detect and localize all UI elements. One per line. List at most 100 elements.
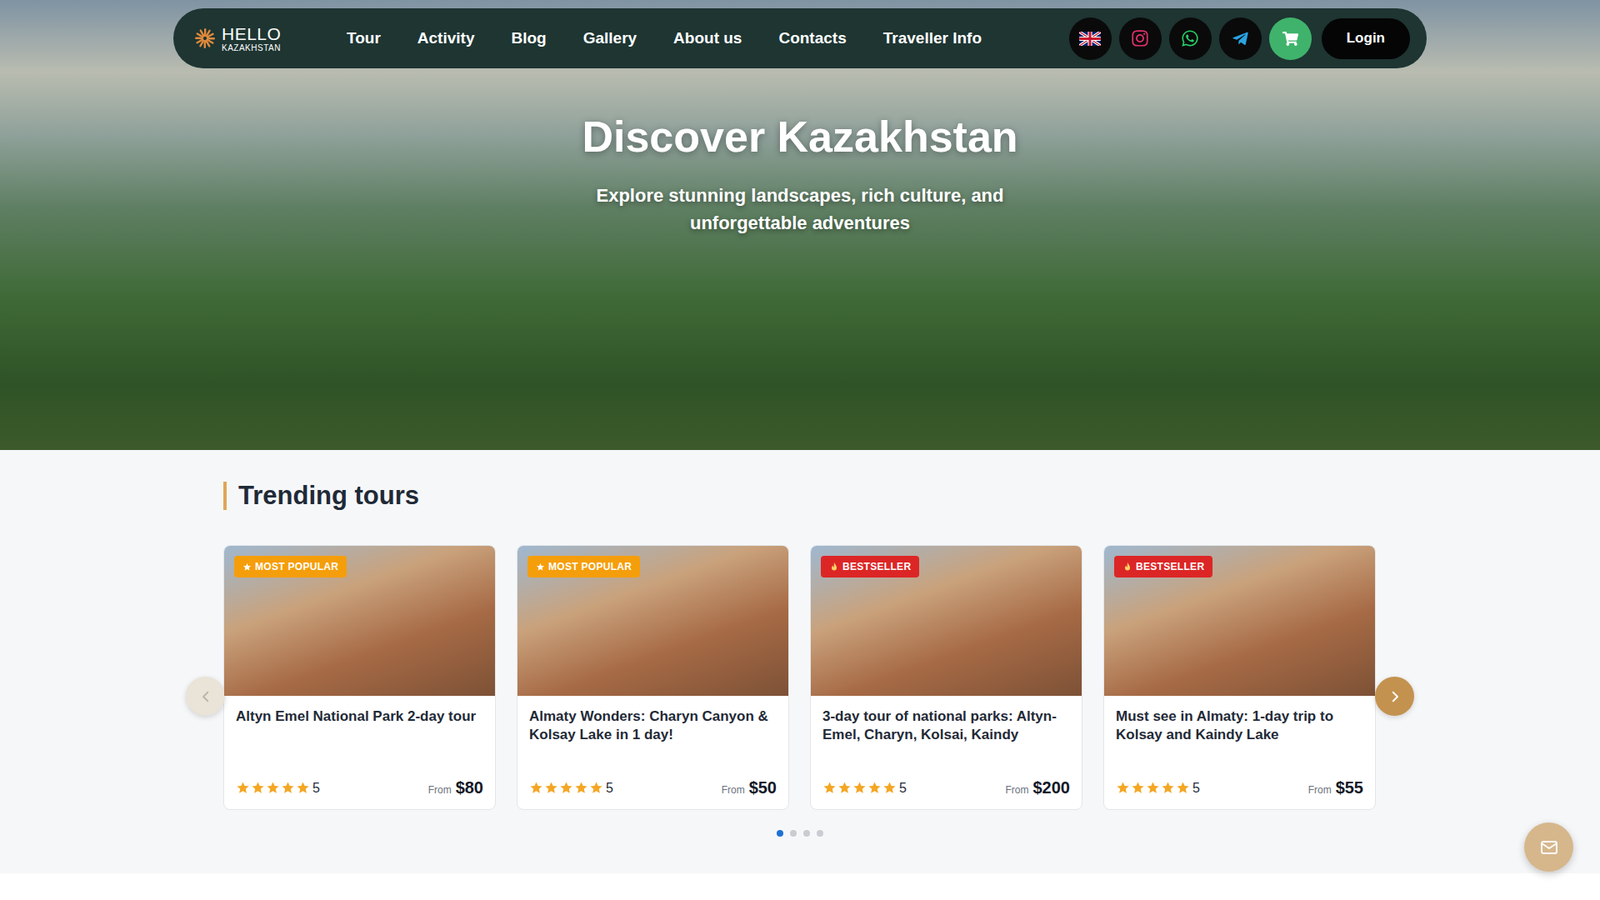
login-button[interactable]: Login bbox=[1321, 18, 1410, 60]
tour-price: From$200 bbox=[1005, 778, 1071, 798]
star-icon bbox=[1115, 780, 1130, 795]
price-prefix: From bbox=[1005, 784, 1030, 796]
tour-price: From$55 bbox=[1308, 778, 1364, 798]
chevron-right-icon bbox=[1387, 689, 1403, 705]
carousel-dot[interactable] bbox=[816, 830, 824, 837]
star-icon bbox=[280, 780, 295, 795]
logo-subtitle: KAZAKHSTAN bbox=[221, 44, 281, 53]
rating-value: 5 bbox=[1192, 780, 1200, 796]
telegram-button[interactable] bbox=[1219, 17, 1262, 60]
tour-card[interactable]: BESTSELLER Must see in Almaty: 1-day trip… bbox=[1103, 545, 1376, 810]
tour-cards: MOST POPULAR Altyn Emel National Park 2-d… bbox=[223, 545, 1377, 810]
rating-value: 5 bbox=[312, 780, 320, 796]
contact-button[interactable] bbox=[1524, 822, 1574, 872]
tour-card[interactable]: MOST POPULAR Almaty Wonders: Charyn Canyo… bbox=[516, 545, 790, 810]
telegram-icon bbox=[1231, 30, 1250, 48]
language-button[interactable] bbox=[1069, 17, 1112, 60]
tour-footer: 5 From$200 bbox=[822, 778, 1070, 798]
instagram-icon bbox=[1130, 29, 1150, 48]
tour-image: BESTSELLER bbox=[1104, 545, 1375, 696]
tour-title: Altyn Emel National Park 2-day tour bbox=[235, 707, 484, 726]
price-value: $80 bbox=[455, 778, 484, 798]
nav-link[interactable]: Tour bbox=[346, 29, 381, 48]
tour-card[interactable]: BESTSELLER 3-day tour of national parks: … bbox=[810, 545, 1083, 810]
sun-logo-icon bbox=[193, 26, 217, 50]
prev-button[interactable] bbox=[185, 676, 225, 716]
hero-title: Discover Kazakhstan bbox=[581, 111, 1018, 162]
star-icon bbox=[295, 780, 310, 795]
chevron-left-icon bbox=[198, 689, 214, 705]
star-icon bbox=[544, 780, 559, 795]
tour-image: MOST POPULAR bbox=[224, 545, 495, 696]
uk-flag-icon bbox=[1079, 31, 1101, 46]
tour-footer: 5 From$55 bbox=[1115, 778, 1364, 798]
whatsapp-button[interactable] bbox=[1169, 17, 1212, 60]
page: HELLOKAZAKHSTAN Tour Activity Blog Gallery Ab… bbox=[0, 0, 1600, 900]
star-icon bbox=[1175, 780, 1190, 795]
tour-card[interactable]: MOST POPULAR Altyn Emel National Park 2-d… bbox=[223, 545, 496, 810]
rating-value: 5 bbox=[605, 780, 614, 796]
star-icon bbox=[535, 562, 545, 572]
nav-link[interactable]: Traveller Info bbox=[883, 29, 982, 48]
tour-footer: 5 From$50 bbox=[529, 778, 777, 798]
tour-price: From$80 bbox=[428, 778, 484, 798]
star-icon bbox=[1145, 780, 1160, 795]
navbar: HELLOKAZAKHSTAN Tour Activity Blog Gallery Ab… bbox=[173, 8, 1427, 69]
whatsapp-icon bbox=[1180, 29, 1200, 48]
mail-icon bbox=[1539, 837, 1560, 858]
instagram-button[interactable] bbox=[1119, 17, 1162, 60]
price-prefix: From bbox=[1308, 784, 1332, 796]
nav-icons bbox=[1069, 17, 1312, 60]
tour-image: BESTSELLER bbox=[810, 545, 1082, 696]
tour-image: MOST POPULAR bbox=[517, 545, 789, 696]
hero-subtitle: Explore stunning landscapes, rich cultur… bbox=[541, 181, 1059, 237]
star-icon bbox=[822, 780, 837, 795]
rating-value: 5 bbox=[899, 780, 907, 796]
nav-link[interactable]: Activity bbox=[417, 29, 475, 48]
nav-link[interactable]: Gallery bbox=[583, 29, 637, 48]
nav-link[interactable]: About us bbox=[673, 29, 742, 48]
tour-price: From$50 bbox=[721, 778, 777, 798]
carousel-dot[interactable] bbox=[776, 830, 784, 837]
price-value: $50 bbox=[749, 778, 777, 798]
next-button[interactable] bbox=[1375, 676, 1415, 716]
nav-link[interactable]: Blog bbox=[510, 29, 546, 48]
price-prefix: From bbox=[428, 784, 452, 796]
tour-badge: BESTSELLER bbox=[1114, 555, 1213, 578]
tour-title: Almaty Wonders: Charyn Canyon & Kolsay L… bbox=[529, 707, 777, 745]
tour-title: 3-day tour of national parks: Altyn-Emel… bbox=[822, 707, 1070, 745]
star-icon bbox=[235, 780, 250, 795]
logo[interactable]: HELLOKAZAKHSTAN bbox=[193, 25, 327, 53]
carousel-dot[interactable] bbox=[790, 830, 797, 837]
tour-badge: MOST POPULAR bbox=[234, 555, 347, 578]
tour-title: Must see in Almaty: 1-day trip to Kolsay… bbox=[1115, 707, 1364, 745]
section-title: Trending tours bbox=[223, 481, 1377, 510]
nav-link[interactable]: Contacts bbox=[778, 29, 846, 48]
tour-carousel: MOST POPULAR Altyn Emel National Park 2-d… bbox=[223, 545, 1377, 810]
price-value: $55 bbox=[1335, 778, 1364, 798]
star-icon bbox=[852, 780, 867, 795]
price-value: $200 bbox=[1033, 778, 1071, 798]
star-icon bbox=[867, 780, 882, 795]
cart-icon bbox=[1282, 30, 1299, 47]
star-icon bbox=[882, 780, 897, 795]
tour-rating: 5 bbox=[822, 780, 907, 796]
carousel-dot[interactable] bbox=[803, 830, 810, 837]
cart-button[interactable] bbox=[1269, 17, 1312, 60]
fire-icon bbox=[829, 561, 840, 573]
tour-rating: 5 bbox=[529, 780, 614, 796]
tour-badge: MOST POPULAR bbox=[527, 555, 640, 578]
tour-rating: 5 bbox=[235, 780, 320, 796]
nav-links: Tour Activity Blog Gallery About us Contacts T… bbox=[346, 29, 982, 48]
star-icon bbox=[265, 780, 280, 795]
logo-title: HELLO bbox=[221, 25, 281, 43]
logo-text: HELLOKAZAKHSTAN bbox=[221, 25, 281, 53]
hero: HELLOKAZAKHSTAN Tour Activity Blog Gallery Ab… bbox=[0, 0, 1600, 450]
star-icon bbox=[529, 780, 544, 795]
star-icon bbox=[559, 780, 574, 795]
tour-rating: 5 bbox=[1115, 780, 1200, 796]
star-icon bbox=[589, 780, 604, 795]
star-icon bbox=[1130, 780, 1145, 795]
carousel-dots bbox=[223, 830, 1377, 837]
fire-icon bbox=[1122, 561, 1133, 573]
